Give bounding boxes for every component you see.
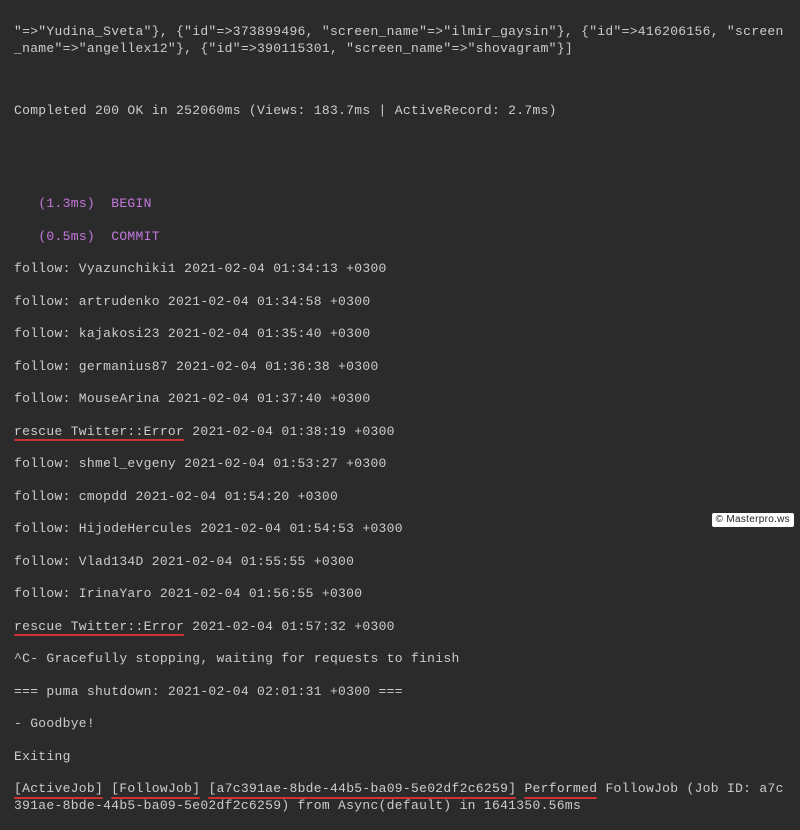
goodbye-line: - Goodbye! <box>14 716 786 732</box>
json-dump-line: "=>"Yudina_Sveta"}, {"id"=>373899496, "s… <box>14 24 786 57</box>
tx-begin-time: (1.3ms) <box>38 196 95 211</box>
rescue-error-text: rescue Twitter::Error <box>14 424 184 440</box>
transaction-begin: (1.3ms) BEGIN <box>14 196 786 212</box>
terminal-output: "=>"Yudina_Sveta"}, {"id"=>373899496, "s… <box>14 8 786 830</box>
puma-shutdown-line: === puma shutdown: 2021-02-04 02:01:31 +… <box>14 684 786 700</box>
tx-commit-time: (0.5ms) <box>38 229 95 244</box>
job-id-tag: [a7c391ae-8bde-44b5-ba09-5e02df2c6259] <box>208 781 516 797</box>
rescue-line: rescue Twitter::Error 2021-02-04 01:57:3… <box>14 619 786 635</box>
transaction-commit: (0.5ms) COMMIT <box>14 229 786 245</box>
follow-line: follow: Vyazunchiki1 2021-02-04 01:34:13… <box>14 261 786 277</box>
performed-tag: Performed <box>524 781 597 797</box>
completed-status-line: Completed 200 OK in 252060ms (Views: 183… <box>14 103 786 119</box>
follow-line: follow: IrinaYaro 2021-02-04 01:56:55 +0… <box>14 586 786 602</box>
follow-line: follow: cmopdd 2021-02-04 01:54:20 +0300 <box>14 489 786 505</box>
activejob-line: [ActiveJob] [FollowJob] [a7c391ae-8bde-4… <box>14 781 786 814</box>
follow-line: follow: HijodeHercules 2021-02-04 01:54:… <box>14 521 786 537</box>
rescue-line: rescue Twitter::Error 2021-02-04 01:38:1… <box>14 424 786 440</box>
exiting-line: Exiting <box>14 749 786 765</box>
tx-commit-label: COMMIT <box>111 229 160 244</box>
follow-line: follow: Vlad134D 2021-02-04 01:55:55 +03… <box>14 554 786 570</box>
follow-line: follow: artrudenko 2021-02-04 01:34:58 +… <box>14 294 786 310</box>
rescue-error-text: rescue Twitter::Error <box>14 619 184 635</box>
follow-line: follow: kajakosi23 2021-02-04 01:35:40 +… <box>14 326 786 342</box>
blank-line <box>14 73 786 87</box>
follow-line: follow: shmel_evgeny 2021-02-04 01:53:27… <box>14 456 786 472</box>
follow-line: follow: MouseArina 2021-02-04 01:37:40 +… <box>14 391 786 407</box>
blank-line <box>14 136 786 150</box>
rescue-timestamp: 2021-02-04 01:38:19 +0300 <box>184 424 395 439</box>
activejob-tag: [ActiveJob] <box>14 781 103 797</box>
follow-line: follow: germanius87 2021-02-04 01:36:38 … <box>14 359 786 375</box>
followjob-tag: [FollowJob] <box>111 781 200 797</box>
graceful-stop-line: ^C- Gracefully stopping, waiting for req… <box>14 651 786 667</box>
blank-line <box>14 166 786 180</box>
watermark-badge: © Masterpro.ws <box>712 513 794 528</box>
tx-begin-label: BEGIN <box>111 196 152 211</box>
rescue-timestamp: 2021-02-04 01:57:32 +0300 <box>184 619 395 634</box>
